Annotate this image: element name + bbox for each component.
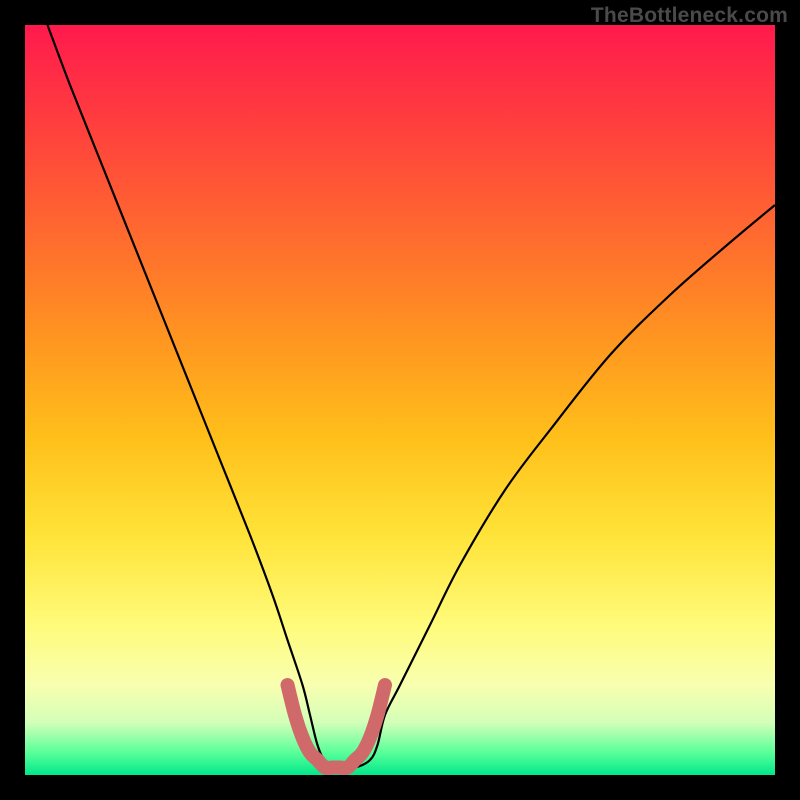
- optimal-range-marker: [288, 685, 386, 768]
- curve-svg: [25, 25, 775, 775]
- watermark-text: TheBottleneck.com: [591, 4, 788, 28]
- chart-frame: TheBottleneck.com: [0, 0, 800, 800]
- bottleneck-curve: [48, 25, 776, 768]
- plot-area: [25, 25, 775, 775]
